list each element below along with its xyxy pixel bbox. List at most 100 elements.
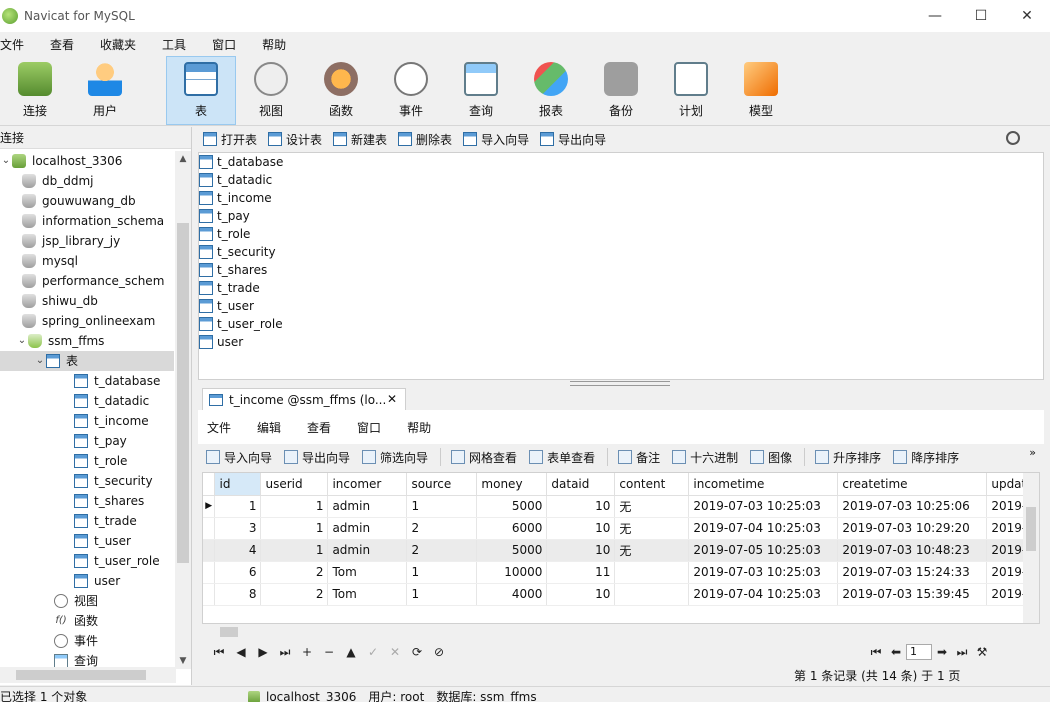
cell-money[interactable]: 5000 [476,495,548,518]
object-list-item[interactable]: t_datadic [199,171,1043,189]
image-button[interactable]: 图像 [750,449,792,466]
scrollbar-thumb[interactable] [16,670,146,680]
cell-userid[interactable]: 2 [260,561,329,584]
cell-content[interactable]: 无 [614,539,690,562]
tree-database[interactable]: mysql [0,251,174,271]
splitter-grip[interactable] [570,381,670,386]
column-header-money[interactable]: money [476,473,548,496]
cell-createtime[interactable]: 2019-07-03 15:24:33 [837,561,988,584]
cell-createtime[interactable]: 2019-07-03 10:25:06 [837,495,988,518]
memo-button[interactable]: 备注 [618,449,660,466]
tree-table[interactable]: t_pay [0,431,174,451]
tree-database-open[interactable]: ⌄ ssm_ffms [0,331,174,351]
page-number-input[interactable]: 1 [906,644,932,660]
object-list-item[interactable]: t_user_role [199,315,1043,333]
more-tools-icon[interactable]: » [1029,446,1036,459]
cell-incomer[interactable]: admin [327,495,408,518]
cell-createtime[interactable]: 2019-07-03 15:39:45 [837,583,988,606]
tree-database[interactable]: db_ddmj [0,171,174,191]
scroll-down-icon[interactable]: ▼ [175,653,191,669]
form-view-button[interactable]: 表单查看 [529,449,595,466]
scroll-up-icon[interactable]: ▲ [175,151,191,167]
cell-id[interactable]: 4 [214,539,262,562]
cell-dataid[interactable]: 11 [546,561,616,584]
toolbar-user-button[interactable]: 用户 [70,56,140,125]
object-list-item[interactable]: t_security [199,243,1043,261]
cell-content[interactable]: 无 [614,495,690,518]
filter-wizard-button[interactable]: 筛选向导 [362,449,428,466]
grid-vertical-scrollbar[interactable] [1023,473,1039,623]
cell-incometime[interactable]: 2019-07-03 10:25:03 [688,561,839,584]
cell-dataid[interactable]: 10 [546,583,616,606]
column-header-dataid[interactable]: dataid [546,473,616,496]
cell-source[interactable]: 2 [406,539,478,562]
tree-tables-node[interactable]: ⌄ 表 [0,351,174,371]
grid-import-wizard-button[interactable]: 导入向导 [206,449,272,466]
cell-dataid[interactable]: 10 [546,539,616,562]
cell-incometime[interactable]: 2019-07-04 10:25:03 [688,517,839,540]
column-header-source[interactable]: source [406,473,478,496]
tree-database[interactable]: gouwuwang_db [0,191,174,211]
cell-incometime[interactable]: 2019-07-05 10:25:03 [688,539,839,562]
close-button[interactable]: ✕ [1004,0,1050,32]
inner-menu-edit[interactable]: 编辑 [257,419,281,436]
cell-userid[interactable]: 1 [260,495,329,518]
scrollbar-thumb[interactable] [177,223,189,563]
object-list-item[interactable]: t_pay [199,207,1043,225]
tree-views-node[interactable]: 视图 [0,591,174,611]
first-page-icon[interactable]: ⏮ [866,645,886,660]
toolbar-backup-button[interactable]: 备份 [586,56,656,125]
cell-userid[interactable]: 2 [260,583,329,606]
collapse-arrow-icon[interactable]: ⌄ [34,351,46,371]
collapse-arrow-icon[interactable]: ⌄ [0,151,12,171]
cell-money[interactable]: 6000 [476,517,548,540]
column-header-id[interactable]: id [214,473,262,496]
last-record-icon[interactable]: ⏭ [274,645,296,660]
inner-menu-view[interactable]: 查看 [307,419,331,436]
menu-favorites[interactable]: 收藏夹 [87,36,149,53]
inner-menu-help[interactable]: 帮助 [407,419,431,436]
column-header-createtime[interactable]: createtime [837,473,988,496]
prev-record-icon[interactable]: ◀ [230,645,252,659]
tree-connection[interactable]: ⌄ localhost_3306 [0,151,174,171]
sort-ascending-button[interactable]: 升序排序 [815,449,881,466]
export-wizard-button[interactable]: 导出向导 [540,131,606,148]
tree-table[interactable]: t_database [0,371,174,391]
cell-content[interactable] [614,583,690,606]
column-header-userid[interactable]: userid [260,473,329,496]
settings-icon[interactable]: ⚒ [972,645,992,659]
cell-incomer[interactable]: admin [327,539,408,562]
edit-record-icon[interactable]: ▲ [340,645,362,659]
toolbar-connection-button[interactable]: 连接 [0,56,70,125]
cell-dataid[interactable]: 10 [546,517,616,540]
cell-money[interactable]: 5000 [476,539,548,562]
tree-table[interactable]: t_income [0,411,174,431]
object-list-item[interactable]: t_user [199,297,1043,315]
object-list-item[interactable]: t_income [199,189,1043,207]
delete-table-button[interactable]: 删除表 [398,131,452,148]
cell-source[interactable]: 1 [406,583,478,606]
grid-horizontal-scrollbar[interactable] [202,624,1040,640]
tree-table[interactable]: user [0,571,174,591]
table-row[interactable]: 6 2 Tom 1 10000 11 2019-07-03 10:25:03 2… [203,561,1039,584]
tree-table[interactable]: t_user [0,531,174,551]
cell-userid[interactable]: 1 [260,517,329,540]
toolbar-view-button[interactable]: 视图 [236,56,306,125]
tree-vertical-scrollbar[interactable]: ▲ ▼ [175,151,191,669]
cell-createtime[interactable]: 2019-07-03 10:48:23 [837,539,988,562]
cell-id[interactable]: 6 [214,561,262,584]
column-header-content[interactable]: content [614,473,690,496]
column-header-incomer[interactable]: incomer [327,473,408,496]
first-record-icon[interactable]: ⏮ [208,645,230,660]
cell-content[interactable]: 无 [614,517,690,540]
tree-table[interactable]: t_datadic [0,391,174,411]
tree-table[interactable]: t_security [0,471,174,491]
minimize-button[interactable]: — [912,0,958,32]
menu-view[interactable]: 查看 [37,36,87,53]
tree-events-node[interactable]: 事件 [0,631,174,651]
cell-id[interactable]: 3 [214,517,262,540]
inner-menu-window[interactable]: 窗口 [357,419,381,436]
last-page-icon[interactable]: ⏭ [952,645,972,660]
cell-id[interactable]: 1 [214,495,262,518]
tree-table[interactable]: t_shares [0,491,174,511]
